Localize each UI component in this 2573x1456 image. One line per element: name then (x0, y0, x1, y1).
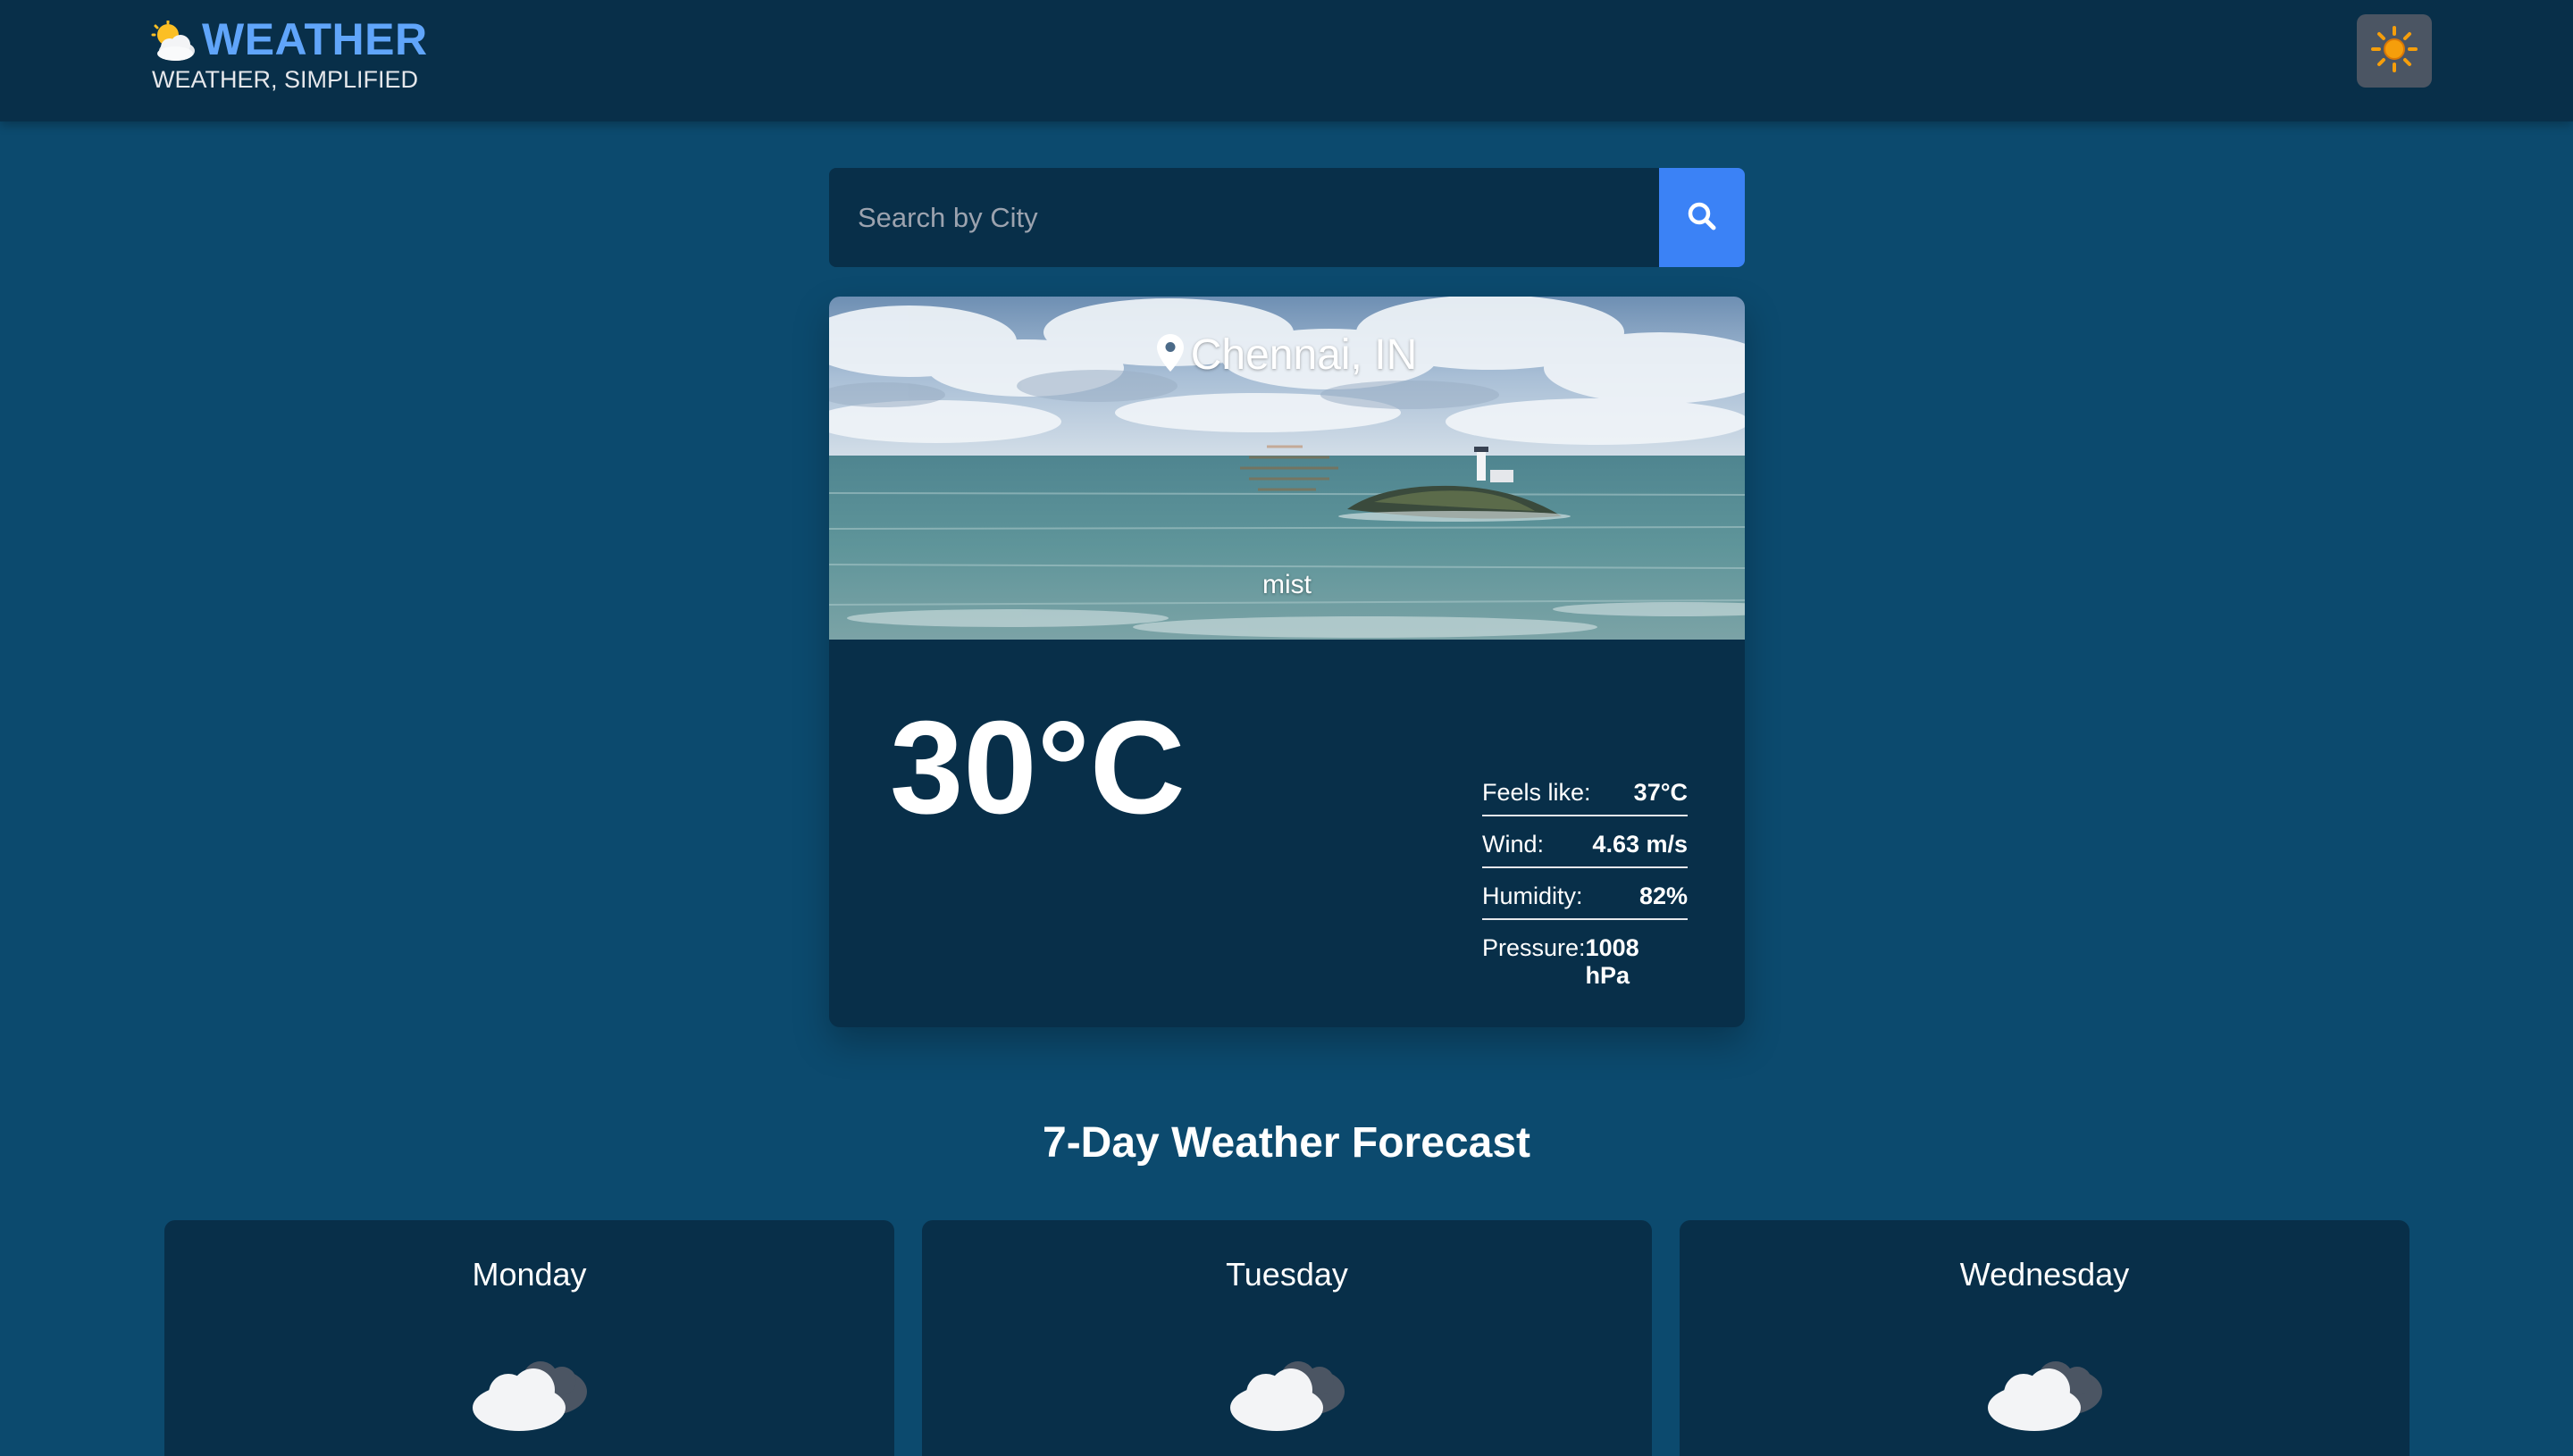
sun-behind-cloud-icon (150, 19, 197, 63)
search-bar (829, 168, 1745, 267)
detail-value: 82% (1639, 883, 1688, 909)
brand[interactable]: WEATHER WEATHER, SIMPLIFIED (150, 13, 428, 93)
detail-wind: Wind: 4.63 m/s (1482, 816, 1688, 868)
current-weather-card: Chennai, IN mist 30°C Feels like: 37°C W… (829, 297, 1745, 1027)
forecast-card: Monday (164, 1220, 894, 1456)
detail-feels-like: Feels like: 37°C (1482, 779, 1688, 816)
detail-value: 1008 hPa (1585, 934, 1639, 989)
detail-label: Feels like: (1482, 779, 1591, 806)
detail-label: Wind: (1482, 831, 1545, 858)
forecast-day-label: Wednesday (1959, 1256, 2130, 1293)
top-navbar: WEATHER WEATHER, SIMPLIFIED (0, 0, 2573, 121)
location-heading: Chennai, IN (829, 331, 1745, 380)
detail-pressure: Pressure: 1008 hPa (1482, 920, 1688, 989)
detail-label: Humidity: (1482, 883, 1583, 909)
forecast-day-label: Tuesday (1226, 1256, 1348, 1293)
cloudy-icon (1979, 1345, 2113, 1435)
detail-label: Pressure: (1482, 934, 1586, 961)
search-input[interactable] (829, 168, 1659, 267)
detail-value: 4.63 m/s (1592, 831, 1688, 858)
forecast-card: Wednesday (1680, 1220, 2410, 1456)
location-text: Chennai, IN (1190, 331, 1418, 379)
cloudy-icon (1221, 1345, 1355, 1435)
detail-value: 37°C (1633, 779, 1688, 806)
current-temperature: 30°C (890, 694, 1186, 841)
map-pin-icon (1156, 333, 1184, 372)
search-button[interactable] (1659, 168, 1745, 267)
brand-subtitle: WEATHER, SIMPLIFIED (152, 66, 419, 93)
weather-details: Feels like: 37°C Wind: 4.63 m/s Humidity… (1482, 779, 1688, 989)
weather-background-image: Chennai, IN mist (829, 297, 1745, 640)
forecast-card: Tuesday (922, 1220, 1652, 1456)
search-icon (1687, 201, 1717, 234)
detail-humidity: Humidity: 82% (1482, 868, 1688, 920)
sun-icon (2370, 25, 2418, 78)
forecast-day-label: Monday (472, 1256, 587, 1293)
forecast-title: 7-Day Weather Forecast (1043, 1119, 1530, 1167)
brand-title: WEATHER (202, 14, 428, 64)
weather-condition: mist (1262, 570, 1312, 599)
theme-toggle-button[interactable] (2357, 14, 2432, 88)
cloudy-icon (464, 1345, 598, 1435)
